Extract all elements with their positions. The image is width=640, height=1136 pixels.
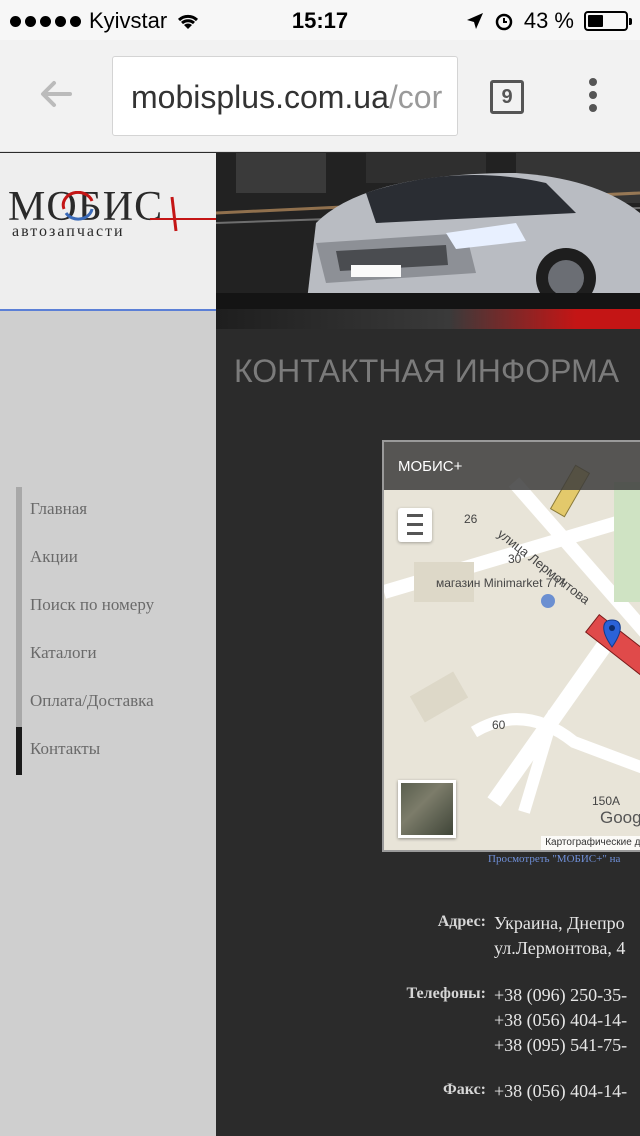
map-attribution[interactable]: Картографические да — [541, 836, 640, 850]
tab-switcher-button[interactable]: 9 — [490, 80, 524, 114]
map-label: 60 — [492, 718, 506, 732]
back-arrow-icon[interactable] — [36, 74, 76, 114]
map-embed[interactable]: МОБИС+ 26 30 магазин Minimarket 777 улиц… — [382, 440, 640, 852]
nav-item-catalogs[interactable]: Каталоги — [16, 631, 216, 679]
nav-item-home[interactable]: Главная — [16, 487, 216, 535]
overflow-menu-icon[interactable] — [588, 78, 598, 118]
logo-spark-icon — [150, 196, 216, 232]
alarm-icon — [495, 13, 513, 31]
status-right: 43 % — [466, 8, 632, 34]
battery-percent: 43 % — [523, 8, 574, 33]
page-title: КОНТАКТНАЯ ИНФОРМА — [234, 353, 620, 389]
address-line: ул.Лермонтова, 4 — [494, 938, 626, 958]
google-logo: Goog — [600, 808, 640, 827]
hero-banner — [216, 153, 640, 309]
address-bar[interactable]: mobisplus.com.ua/cor — [112, 56, 458, 136]
address-label: Адрес: — [437, 913, 486, 930]
main-content: КОНТАКТНАЯ ИНФОРМА МОБИС+ 26 30 магазин … — [216, 153, 640, 1136]
status-bar: Kyivstar 15:17 43 % — [0, 0, 640, 40]
sidebar: МОБИС автозапчасти Главная Акции Поиск п… — [0, 153, 216, 1136]
phones-label: Телефоны: — [406, 985, 486, 1002]
battery-icon — [584, 11, 632, 31]
nav-menu: Главная Акции Поиск по номеру Каталоги О… — [16, 487, 216, 775]
fax-number: +38 (056) 404-14- — [494, 1081, 628, 1101]
nav-item-payment-delivery[interactable]: Оплата/Доставка — [16, 679, 216, 727]
nav-item-promotions[interactable]: Акции — [16, 535, 216, 583]
logo[interactable]: МОБИС автозапчасти — [0, 153, 216, 311]
satellite-toggle[interactable] — [398, 780, 456, 838]
logo-subtitle: автозапчасти — [12, 223, 125, 240]
url-domain: mobisplus.com.ua — [131, 79, 389, 115]
battery-fill — [588, 15, 603, 27]
fax-label: Факс: — [443, 1081, 486, 1098]
logo-swoosh-icon — [61, 191, 94, 221]
map-list-icon[interactable] — [398, 508, 432, 542]
map-label: 26 — [464, 512, 478, 526]
map-title[interactable]: МОБИС+ — [384, 442, 640, 490]
url-path: /cor — [388, 79, 443, 115]
car-banner-image — [216, 153, 640, 309]
phone-number[interactable]: +38 (095) 541-75- — [494, 1033, 627, 1058]
phone-number[interactable]: +38 (096) 250-35- — [494, 983, 627, 1008]
nav-item-part-search[interactable]: Поиск по номеру — [16, 583, 216, 631]
accent-bar — [216, 309, 640, 329]
phone-number[interactable]: +38 (056) 404-14- — [494, 1008, 627, 1033]
browser-toolbar: mobisplus.com.ua/cor 9 — [0, 40, 640, 152]
address-line: Украина, Днепро — [494, 913, 625, 933]
view-on-map-link[interactable]: Просмотреть "МОБИС+" на — [488, 853, 620, 865]
location-arrow-icon — [466, 13, 483, 29]
nav-item-contacts[interactable]: Контакты — [16, 727, 216, 775]
map-label: 150А — [592, 794, 621, 808]
